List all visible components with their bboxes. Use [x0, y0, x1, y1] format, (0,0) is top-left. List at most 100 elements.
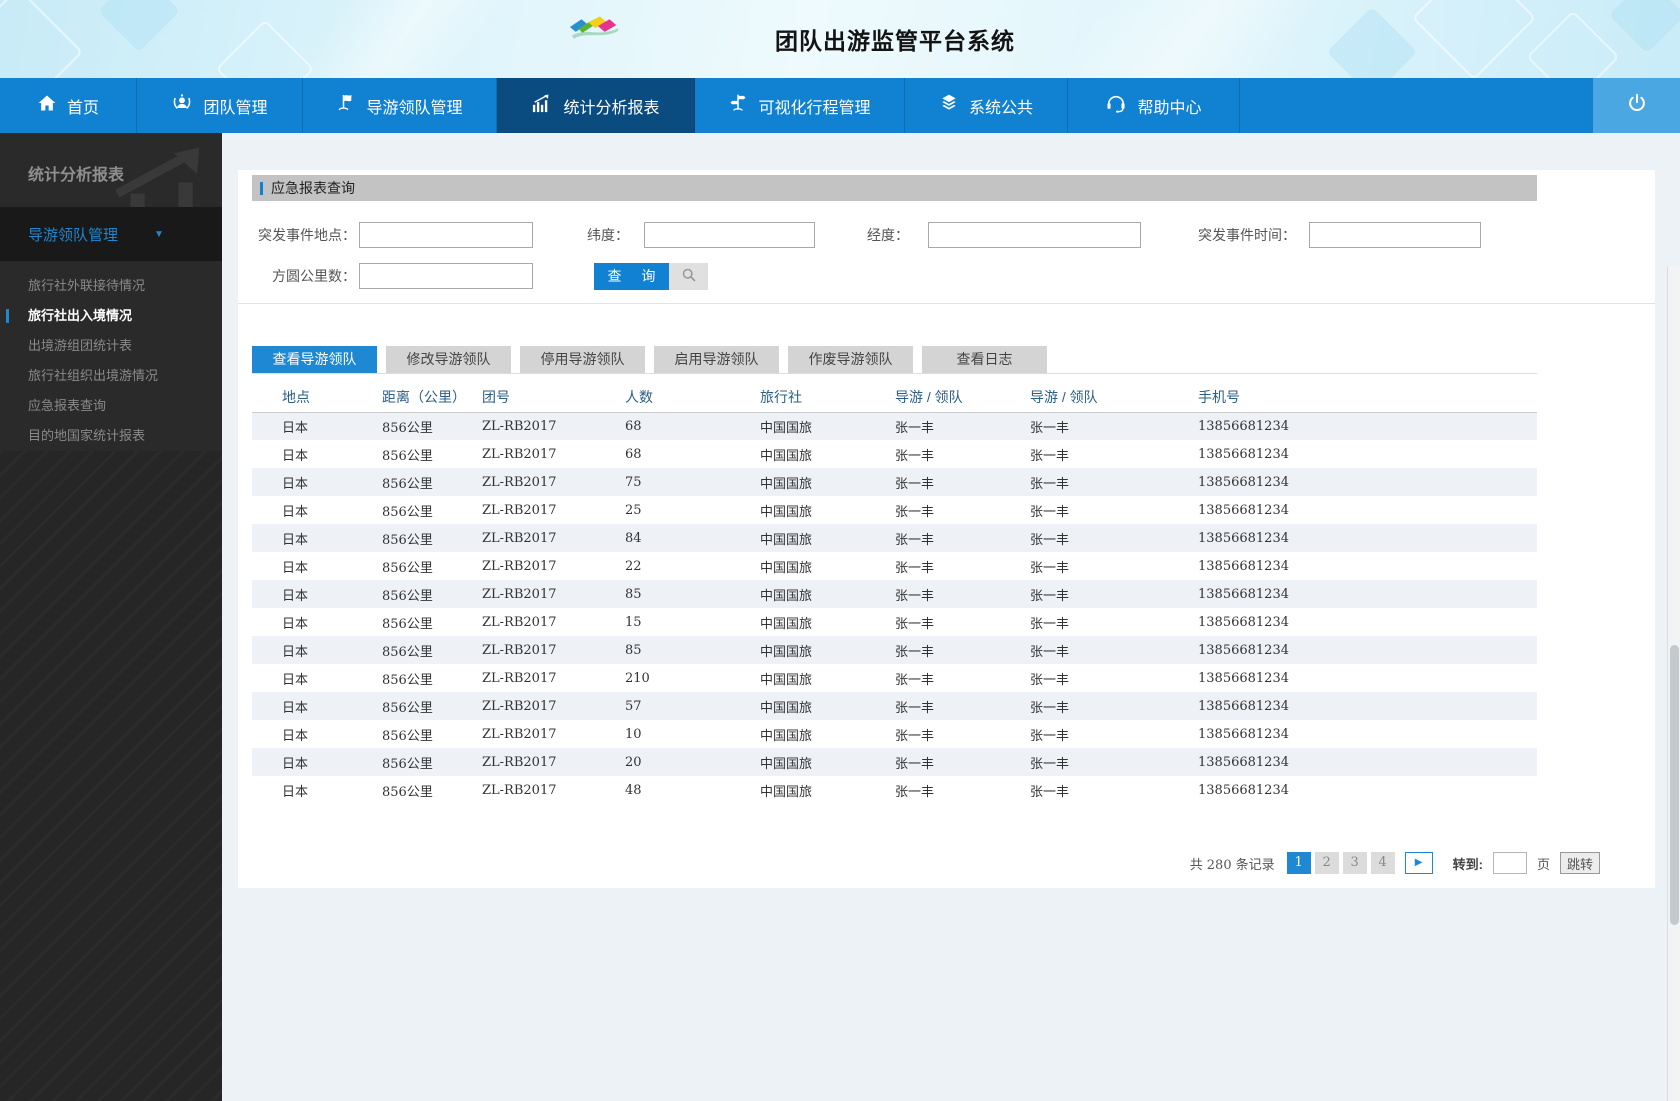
next-page-button[interactable]: ▶: [1404, 852, 1433, 874]
banner-decor: [0, 0, 84, 78]
chevron-down-icon: ▼: [154, 228, 164, 240]
cell-agency: 中国国旅: [760, 700, 813, 716]
tab-void-guides[interactable]: 作废导游领队: [788, 346, 913, 373]
sidebar-item-agency-outbound[interactable]: 旅行社组织出境游情况: [0, 361, 222, 391]
vertical-scrollbar[interactable]: [1667, 266, 1680, 1101]
page-button-2[interactable]: 2: [1314, 852, 1339, 874]
cell-guide-leader-1: 张一丰: [895, 420, 935, 436]
radius-km-input[interactable]: [359, 263, 533, 289]
cell-location: 日本: [282, 784, 309, 800]
goto-label: 转到:: [1452, 856, 1483, 872]
tab-enable-guides[interactable]: 启用导游领队: [654, 346, 779, 373]
sidebar-item-outreach-reception[interactable]: 旅行社外联接待情况: [0, 271, 222, 301]
table-row[interactable]: 日本 856公里 ZL-RB2017 22 中国国旅 张一丰 张一丰 13856…: [252, 552, 1537, 580]
main-content: 应急报表查询 突发事件地点： 纬度： 经度： 突发事件时间： 方圆公里数： 查 …: [222, 133, 1680, 1101]
table-row[interactable]: 日本 856公里 ZL-RB2017 15 中国国旅 张一丰 张一丰 13856…: [252, 608, 1537, 636]
page-button-1[interactable]: 1: [1286, 852, 1311, 874]
cell-phone: 13856681234: [1198, 418, 1289, 434]
nav-label: 首页: [66, 99, 99, 117]
page-button-4[interactable]: 4: [1370, 852, 1395, 874]
table-row[interactable]: 日本 856公里 ZL-RB2017 57 中国国旅 张一丰 张一丰 13856…: [252, 692, 1537, 720]
incident-location-input[interactable]: [359, 222, 533, 248]
sidebar-item-destination-stats[interactable]: 目的地国家统计报表: [0, 421, 222, 451]
table-row[interactable]: 日本 856公里 ZL-RB2017 210 中国国旅 张一丰 张一丰 1385…: [252, 664, 1537, 692]
table-row[interactable]: 日本 856公里 ZL-RB2017 48 中国国旅 张一丰 张一丰 13856…: [252, 776, 1537, 804]
tab-disable-guides[interactable]: 停用导游领队: [520, 346, 645, 373]
cell-distance: 856公里: [382, 672, 433, 688]
goto-page-input[interactable]: [1492, 852, 1527, 874]
cell-guide-leader-1: 张一丰: [895, 588, 935, 604]
sidebar-group-guide-management[interactable]: 导游领队管理 ▼: [0, 207, 222, 261]
cell-headcount: 10: [625, 726, 642, 742]
scrollbar-thumb[interactable]: [1670, 645, 1679, 925]
tab-view-log[interactable]: 查看日志: [922, 346, 1047, 373]
tab-view-guides[interactable]: 查看导游领队: [252, 346, 377, 373]
table-row[interactable]: 日本 856公里 ZL-RB2017 85 中国国旅 张一丰 张一丰 13856…: [252, 636, 1537, 664]
table-row[interactable]: 日本 856公里 ZL-RB2017 20 中国国旅 张一丰 张一丰 13856…: [252, 748, 1537, 776]
table-row[interactable]: 日本 856公里 ZL-RB2017 68 中国国旅 张一丰 张一丰 13856…: [252, 440, 1537, 468]
table-row[interactable]: 日本 856公里 ZL-RB2017 75 中国国旅 张一丰 张一丰 13856…: [252, 468, 1537, 496]
layers-icon: [939, 93, 959, 118]
cell-location: 日本: [282, 616, 309, 632]
cell-group-no: ZL-RB2017: [482, 418, 557, 434]
cell-phone: 13856681234: [1198, 642, 1289, 658]
col-agency: 旅行社: [747, 382, 882, 413]
nav-item-home[interactable]: 首页: [0, 78, 137, 133]
banner-decor: [249, 0, 551, 78]
tab-edit-guides[interactable]: 修改导游领队: [386, 346, 511, 373]
incident-time-input[interactable]: [1309, 222, 1481, 248]
table-row[interactable]: 日本 856公里 ZL-RB2017 68 中国国旅 张一丰 张一丰 13856…: [252, 412, 1537, 440]
cell-guide-leader-2: 张一丰: [1030, 420, 1070, 436]
nav-item-reports[interactable]: 统计分析报表: [497, 78, 695, 133]
banner-decor: [1608, 0, 1680, 54]
cell-phone: 13856681234: [1198, 530, 1289, 546]
cell-agency: 中国国旅: [760, 448, 813, 464]
cell-location: 日本: [282, 504, 309, 520]
table-row[interactable]: 日本 856公里 ZL-RB2017 84 中国国旅 张一丰 张一丰 13856…: [252, 524, 1537, 552]
app-logo ribbon-logo-icon: [568, 13, 624, 48]
nav-item-visual-trip[interactable]: 可视化行程管理: [695, 78, 905, 133]
longitude-input[interactable]: [928, 222, 1141, 248]
table-row[interactable]: 日本 856公里 ZL-RB2017 25 中国国旅 张一丰 张一丰 13856…: [252, 496, 1537, 524]
cell-phone: 13856681234: [1198, 474, 1289, 490]
latitude-input[interactable]: [644, 222, 815, 248]
cell-group-no: ZL-RB2017: [482, 782, 557, 798]
query-button[interactable]: 查 询: [594, 262, 669, 290]
page-button-3[interactable]: 3: [1342, 852, 1367, 874]
cell-agency: 中国国旅: [760, 588, 813, 604]
form-divider: [238, 303, 1655, 304]
cell-guide-leader-2: 张一丰: [1030, 476, 1070, 492]
col-guide-leader-1: 导游 / 领队: [882, 382, 1017, 413]
cell-guide-leader-1: 张一丰: [895, 672, 935, 688]
nav-item-help-center[interactable]: 帮助中心: [1068, 78, 1240, 133]
power-icon: [1626, 92, 1648, 119]
cell-guide-leader-1: 张一丰: [895, 448, 935, 464]
table-row[interactable]: 日本 856公里 ZL-RB2017 85 中国国旅 张一丰 张一丰 13856…: [252, 580, 1537, 608]
cell-location: 日本: [282, 728, 309, 744]
logout-button[interactable]: [1593, 78, 1680, 133]
nav-item-system-public[interactable]: 系统公共: [905, 78, 1068, 133]
cell-guide-leader-1: 张一丰: [895, 560, 935, 576]
table-row[interactable]: 日本 856公里 ZL-RB2017 10 中国国旅 张一丰 张一丰 13856…: [252, 720, 1537, 748]
nav-item-team[interactable]: 团队管理: [137, 78, 303, 133]
cell-distance: 856公里: [382, 504, 433, 520]
cell-guide-leader-1: 张一丰: [895, 476, 935, 492]
sidebar-item-outbound-group-stats[interactable]: 出境游组团统计表: [0, 331, 222, 361]
cell-phone: 13856681234: [1198, 726, 1289, 742]
nav-label: 系统公共: [968, 99, 1033, 117]
nav-item-guide-management[interactable]: 导游领队管理: [303, 78, 497, 133]
magnifier-button[interactable]: [669, 262, 708, 290]
cell-guide-leader-2: 张一丰: [1030, 448, 1070, 464]
cell-headcount: 85: [625, 586, 642, 602]
sidebar-item-entry-exit[interactable]: 旅行社出入境情况: [0, 301, 222, 331]
col-group-no: 团号: [467, 382, 612, 413]
cell-agency: 中国国旅: [760, 672, 813, 688]
banner-decor: [215, 19, 315, 78]
sidebar-item-emergency-report[interactable]: 应急报表查询: [0, 391, 222, 421]
jump-button[interactable]: 跳转: [1559, 852, 1600, 874]
cell-agency: 中国国旅: [760, 476, 813, 492]
play-icon: ▶: [1414, 857, 1423, 868]
cell-headcount: 25: [625, 502, 642, 518]
cell-group-no: ZL-RB2017: [482, 446, 557, 462]
page-unit-label: 页: [1536, 856, 1550, 872]
